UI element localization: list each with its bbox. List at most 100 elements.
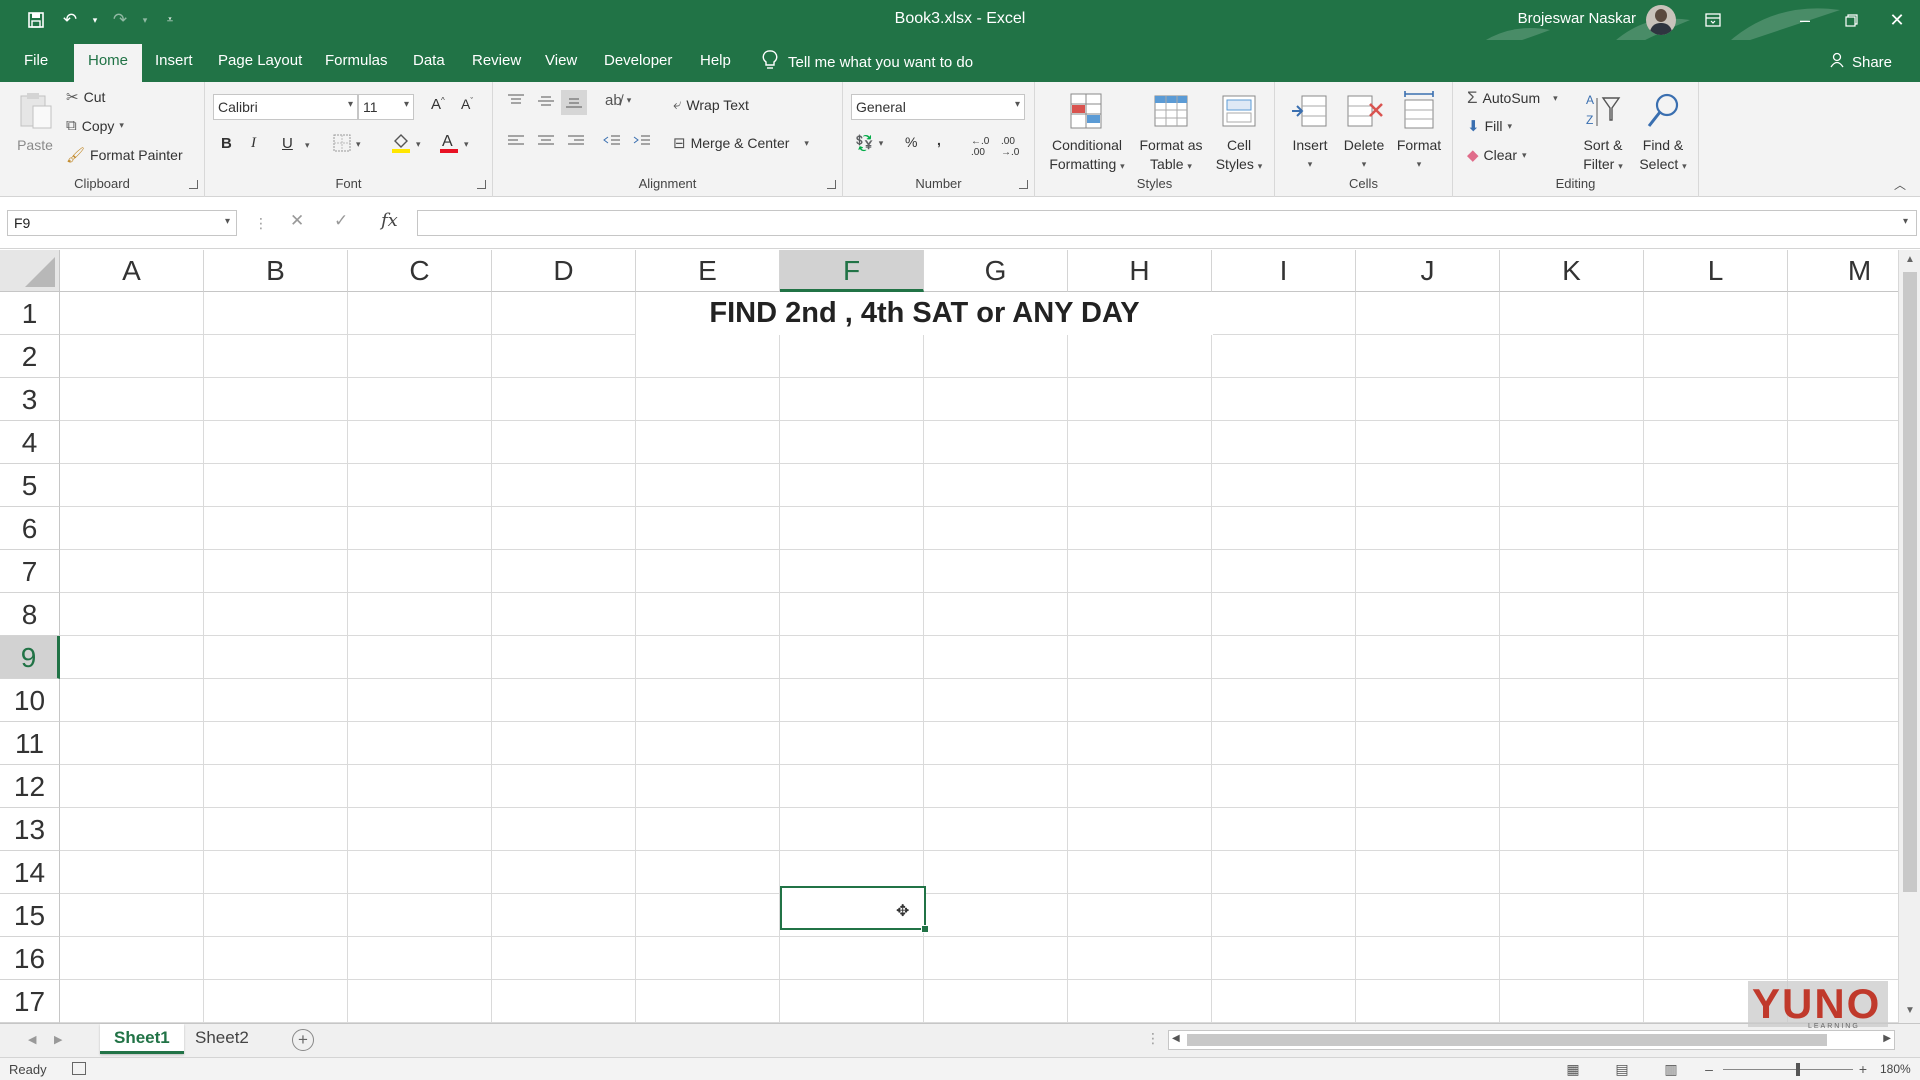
accounting-format-button[interactable]: 💱 ▾ [855,134,883,152]
paste-button[interactable]: Paste [12,90,58,155]
increase-font-size-button[interactable]: A^ [431,96,445,113]
tell-me-box[interactable]: Tell me what you want to do [762,50,973,74]
vertical-scroll-thumb[interactable] [1903,272,1917,892]
name-box[interactable]: F9 ▾ [7,210,237,236]
restore-icon[interactable] [1828,0,1874,40]
orientation-button[interactable]: ab̸ ▾ [605,92,631,109]
row-header-13[interactable]: 13 [0,808,60,851]
underline-dropdown[interactable]: ▾ [305,140,310,151]
cell-styles-button[interactable]: Cell Styles ▾ [1211,90,1267,176]
redo-dropdown-icon[interactable]: ▾ [140,8,150,32]
decrease-indent-button[interactable] [603,134,621,151]
merge-center-button[interactable]: ⊟ Merge & Center ▾ [673,134,809,152]
select-all-button[interactable] [0,250,60,292]
underline-button[interactable]: U [282,135,293,152]
middle-align-button[interactable] [537,94,555,111]
tab-data[interactable]: Data [413,52,445,69]
row-header-1[interactable]: 1 [0,292,60,335]
share-button[interactable]: Share [1830,52,1892,72]
zoom-out-icon[interactable]: – [1700,1061,1718,1077]
row-header-14[interactable]: 14 [0,851,60,894]
dialog-launcher-icon[interactable] [1019,180,1028,189]
next-sheet-icon[interactable]: ▶ [54,1033,62,1046]
borders-button[interactable]: ▾ [333,134,361,155]
column-header-i[interactable]: I [1212,250,1356,292]
tab-insert[interactable]: Insert [155,52,193,69]
sort-filter-button[interactable]: AZ Sort & Filter ▾ [1575,90,1631,176]
number-format-select[interactable]: General ▾ [851,94,1025,120]
column-header-h[interactable]: H [1068,250,1212,292]
tab-developer[interactable]: Developer [604,52,672,69]
sheet-tab-sheet1[interactable]: Sheet1 [100,1024,184,1054]
vertical-scrollbar[interactable]: ▲ ▼ [1898,250,1920,1023]
row-header-8[interactable]: 8 [0,593,60,636]
column-header-c[interactable]: C [348,250,492,292]
bold-button[interactable]: B [221,135,232,152]
column-header-b[interactable]: B [204,250,348,292]
page-break-view-icon[interactable]: ▥ [1662,1061,1680,1077]
row-header-17[interactable]: 17 [0,980,60,1023]
scroll-down-icon[interactable]: ▼ [1903,1005,1917,1019]
row-header-7[interactable]: 7 [0,550,60,593]
close-icon[interactable]: ✕ [1874,0,1920,40]
collapse-ribbon-icon[interactable]: ︿ [1894,176,1906,193]
copy-button[interactable]: ⧉ Copy ▾ [66,117,124,134]
cancel-entry-icon[interactable]: ✕ [290,211,304,231]
customize-qat-icon[interactable]: ⩡ [156,8,184,32]
fill-button[interactable]: ⬇ Fill ▾ [1467,117,1512,135]
scroll-left-icon[interactable]: ◀ [1172,1033,1180,1044]
previous-sheet-icon[interactable]: ◀ [28,1033,36,1046]
conditional-formatting-button[interactable]: Conditional Formatting ▾ [1047,90,1127,176]
row-header-12[interactable]: 12 [0,765,60,808]
zoom-slider-thumb[interactable] [1796,1063,1800,1076]
column-header-e[interactable]: E [636,250,780,292]
redo-icon[interactable]: ↷ [106,8,134,32]
fill-color-button[interactable]: ▾ [391,132,421,157]
tab-formulas[interactable]: Formulas [325,52,388,69]
font-name-select[interactable]: Calibri ▾ [213,94,358,120]
align-left-button[interactable] [507,134,525,151]
scroll-up-icon[interactable]: ▲ [1903,254,1917,268]
tab-home[interactable]: Home [74,44,143,82]
column-header-k[interactable]: K [1500,250,1644,292]
save-icon[interactable] [22,8,50,32]
delete-cells-button[interactable]: Delete ▾ [1337,90,1391,174]
avatar[interactable] [1646,5,1676,35]
cut-button[interactable]: ✂ Cut [66,88,105,106]
decrease-font-size-button[interactable]: Aˇ [461,96,473,112]
confirm-entry-icon[interactable]: ✓ [334,211,348,231]
row-header-15[interactable]: 15 [0,894,60,937]
top-align-button[interactable] [507,94,525,111]
row-header-2[interactable]: 2 [0,335,60,378]
row-header-5[interactable]: 5 [0,464,60,507]
wrap-text-button[interactable]: ⤶ Wrap Text [673,96,749,113]
user-name[interactable]: Brojeswar Naskar [1518,10,1636,27]
find-select-button[interactable]: Find & Select ▾ [1633,90,1693,176]
italic-button[interactable]: I [251,135,256,152]
format-as-table-button[interactable]: Format as Table ▾ [1137,90,1205,176]
row-header-4[interactable]: 4 [0,421,60,464]
undo-icon[interactable]: ↶ [56,8,84,32]
column-header-a[interactable]: A [60,250,204,292]
increase-decimal-button[interactable]: ←.0.00 [971,136,989,158]
sheet-tab-sheet2[interactable]: Sheet2 [181,1024,263,1054]
zoom-level[interactable]: 180% [1880,1062,1911,1076]
formula-input[interactable]: ▾ [417,210,1917,236]
ribbon-display-options-icon[interactable] [1690,0,1736,40]
dialog-launcher-icon[interactable] [477,180,486,189]
column-header-l[interactable]: L [1644,250,1788,292]
column-header-d[interactable]: D [492,250,636,292]
font-size-select[interactable]: 11 ▾ [358,94,414,120]
row-header-16[interactable]: 16 [0,937,60,980]
tab-page-layout[interactable]: Page Layout [218,52,302,69]
clear-button[interactable]: ◆ Clear ▾ [1467,146,1527,164]
tab-review[interactable]: Review [472,52,521,69]
tab-split-handle[interactable]: ⋮ [1146,1030,1160,1047]
row-header-3[interactable]: 3 [0,378,60,421]
dialog-launcher-icon[interactable] [827,180,836,189]
format-cells-button[interactable]: Format ▾ [1391,90,1447,174]
column-header-m[interactable]: M [1788,250,1898,292]
formula-bar-resize-handle[interactable]: ⋮ [254,215,268,232]
insert-function-button[interactable]: fx [381,210,398,231]
column-header-g[interactable]: G [924,250,1068,292]
